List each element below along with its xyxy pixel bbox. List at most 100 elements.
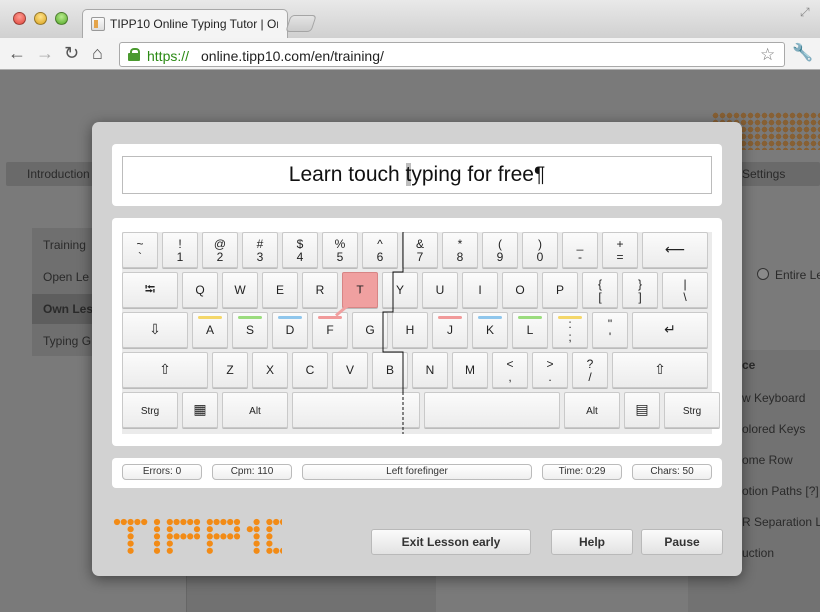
key-label: Alt xyxy=(586,406,598,417)
key-label: ⟵ xyxy=(664,241,686,257)
logo-dot xyxy=(206,547,213,554)
key-symbol-0-3: #3 xyxy=(242,232,278,268)
background-option: R Separation L xyxy=(742,515,820,529)
key-shift-label: : xyxy=(568,317,572,331)
key-symbol-2-10: :; xyxy=(552,312,588,348)
key-m: M xyxy=(452,352,488,388)
logo-dot xyxy=(113,518,121,526)
key-label: F xyxy=(326,323,334,337)
logo-dot xyxy=(206,518,213,526)
key-label: A xyxy=(205,323,214,337)
background-option: w Keyboard xyxy=(742,391,806,405)
key-r: R xyxy=(302,272,338,308)
back-arrow-icon[interactable]: ← xyxy=(8,42,26,64)
wrench-icon[interactable]: 🔧 xyxy=(792,43,813,63)
key-k: K xyxy=(472,312,508,348)
key-label: Z xyxy=(226,363,234,377)
virtual-keyboard: ~ `! 1 @2 #3 $4% 5 ^ 6 & 7 * 8(9) 0 _ - + = ⟵ ⭾ Q W E R T Y U I O P{[… xyxy=(122,232,720,434)
key-label: N xyxy=(425,363,435,377)
logo-dot xyxy=(206,526,213,533)
minimize-window-button[interactable] xyxy=(34,12,47,25)
address-bar[interactable]: https:// online.tipp10.com/en/training/ … xyxy=(119,42,785,67)
logo-dot xyxy=(127,533,134,540)
background-option: olored Keys xyxy=(742,422,806,436)
typing-lesson-dialog: Learn touch typing for free¶ ~ `! 1 @2 #3 $4%… xyxy=(92,122,742,576)
logo-dot xyxy=(220,518,227,526)
finger-color-bar xyxy=(238,316,262,319)
key-shift-label: ^ xyxy=(377,237,383,251)
key-label: ` xyxy=(138,250,142,264)
logo-dot xyxy=(266,547,273,554)
background-sidebar-item: Training xyxy=(43,238,86,252)
exit-lesson-button[interactable]: Exit Lesson early xyxy=(371,529,531,555)
key-label: R xyxy=(315,283,325,297)
logo-dot xyxy=(206,533,213,540)
key-s: S xyxy=(232,312,268,348)
key-shift-label: * xyxy=(457,237,463,251)
forward-arrow-icon[interactable]: → xyxy=(36,42,54,64)
remaining-text: yping for free¶ xyxy=(411,163,546,186)
key-label: S xyxy=(245,323,254,337)
key-label: ⇧ xyxy=(654,361,666,377)
text-panel: Learn touch typing for free¶ xyxy=(112,144,722,206)
logo-dot xyxy=(233,526,241,533)
key-w: W xyxy=(222,272,258,308)
key-label: M xyxy=(465,363,475,377)
key-label: 1 xyxy=(176,250,184,264)
browser-tab[interactable]: TIPP10 Online Typing Tutor | Online-Tipp… xyxy=(82,9,288,38)
logo-dot xyxy=(166,518,173,526)
key-alt: Alt xyxy=(564,392,620,428)
lock-icon xyxy=(128,48,140,61)
logo-dot xyxy=(213,533,220,540)
pause-button[interactable]: Pause xyxy=(641,529,723,555)
logo-dot xyxy=(193,518,201,526)
key-a: A xyxy=(192,312,228,348)
key-label: D xyxy=(285,323,295,337)
key-shift-label: } xyxy=(637,277,642,291)
key-label: ⇧ xyxy=(159,361,171,377)
new-tab-button[interactable] xyxy=(285,15,317,32)
key-label: ' xyxy=(608,330,612,344)
key-symbol-0-0: ~ ` xyxy=(122,232,158,268)
key-label: G xyxy=(365,323,375,337)
zoom-window-button[interactable] xyxy=(55,12,68,25)
logo-dot xyxy=(153,518,161,526)
key-shift: ⇧ xyxy=(122,352,208,388)
close-window-button[interactable] xyxy=(13,12,26,25)
key-shift-label: { xyxy=(597,277,602,291)
star-icon[interactable]: ☆ xyxy=(760,45,775,65)
key-label: L xyxy=(526,323,534,337)
key-shift-label: @ xyxy=(213,237,227,251)
logo-dot xyxy=(120,518,127,526)
key-x: X xyxy=(252,352,288,388)
key-label: ⭾ xyxy=(144,281,156,297)
logo-dot xyxy=(233,518,241,526)
home-icon[interactable]: ⌂ xyxy=(92,42,103,64)
logo-dot xyxy=(227,518,234,526)
key-ctrl: Strg xyxy=(122,392,178,428)
key-label: Alt xyxy=(249,406,261,417)
logo-dot xyxy=(253,518,260,526)
key-label: V xyxy=(345,363,354,377)
reload-icon[interactable]: ↻ xyxy=(64,42,79,64)
lesson-text: Learn touch typing for free¶ xyxy=(289,163,545,187)
logo-dot xyxy=(141,518,148,526)
fullscreen-icon[interactable]: ⤢ xyxy=(800,5,810,20)
key-symbol-0-7: & 7 xyxy=(402,232,438,268)
logo-dot xyxy=(187,518,194,526)
key-e: E xyxy=(262,272,298,308)
key-g: G xyxy=(352,312,388,348)
logo-dot xyxy=(266,526,273,533)
logo-dot xyxy=(153,526,161,533)
key-label: / xyxy=(588,370,592,384)
help-button[interactable]: Help xyxy=(551,529,633,555)
logo-dot xyxy=(233,533,241,540)
key-label: ▦ xyxy=(193,401,207,417)
key-symbol-0-5: % 5 xyxy=(322,232,358,268)
key-label: 5 xyxy=(336,250,344,264)
key-label: O xyxy=(515,283,525,297)
logo-dot xyxy=(266,533,273,540)
key-label: 8 xyxy=(456,250,464,264)
key-label: [ xyxy=(598,290,602,304)
key-symbol-0-2: @2 xyxy=(202,232,238,268)
